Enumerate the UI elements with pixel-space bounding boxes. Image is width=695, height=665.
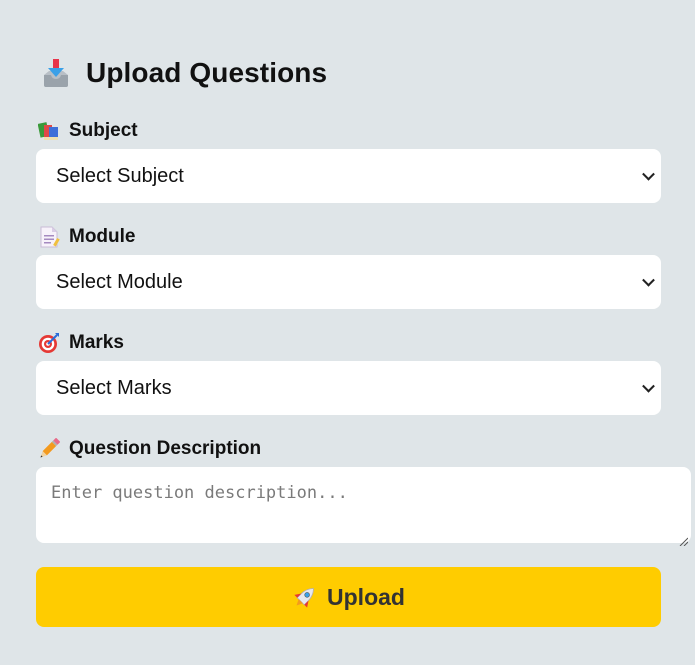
subject-label-text: Subject: [69, 120, 138, 141]
subject-select[interactable]: Select Subject: [36, 149, 661, 203]
inbox-tray-icon: [42, 57, 70, 89]
rocket-icon: [292, 584, 318, 610]
target-icon: [38, 332, 60, 354]
chevron-down-icon: [642, 379, 655, 393]
description-placeholder: Enter question description...: [51, 483, 348, 503]
chevron-down-icon: [642, 167, 655, 181]
question-description-textarea[interactable]: Enter question description...: [36, 467, 691, 547]
description-label-text: Question Description: [69, 438, 262, 459]
module-selected-value: Select Module: [56, 270, 183, 293]
marks-label-text: Marks: [69, 332, 124, 353]
page-title: Upload Questions: [86, 57, 328, 88]
document-icon: [38, 226, 60, 248]
module-label: Module: [38, 225, 136, 249]
subject-selected-value: Select Subject: [56, 164, 184, 187]
books-icon: [37, 120, 60, 142]
pencil-icon: [38, 437, 61, 460]
marks-label: Marks: [38, 331, 124, 355]
marks-select[interactable]: Select Marks: [36, 361, 661, 415]
upload-button-label: Upload: [327, 583, 405, 610]
subject-label: Subject: [37, 119, 138, 143]
marks-selected-value: Select Marks: [56, 376, 172, 399]
upload-button[interactable]: Upload: [36, 567, 661, 627]
module-select[interactable]: Select Module: [36, 255, 661, 309]
module-label-text: Module: [69, 226, 136, 247]
resize-handle-icon[interactable]: [679, 531, 689, 547]
description-label: Question Description: [38, 437, 261, 461]
form-header: Upload Questions: [42, 56, 327, 90]
chevron-down-icon: [642, 273, 655, 287]
